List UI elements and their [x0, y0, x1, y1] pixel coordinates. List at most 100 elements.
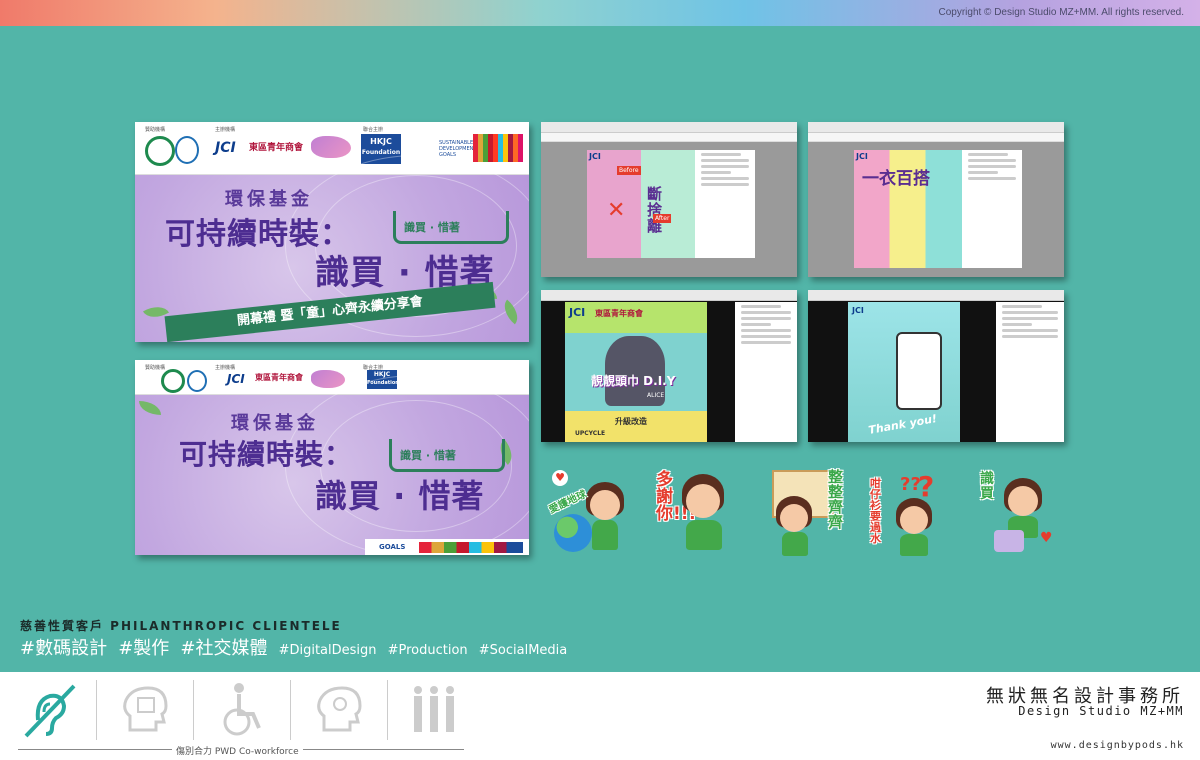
sticker-earth: ♥ 愛護地球	[548, 470, 626, 558]
comment-line	[968, 177, 1016, 180]
env-fund-logo	[145, 136, 175, 166]
jci-logo: JCI	[227, 372, 245, 386]
divider	[96, 680, 97, 740]
hanger-label: 識買 · 惜著	[400, 449, 456, 462]
browser-address-bar	[541, 133, 797, 142]
sdg-tiles	[419, 542, 523, 553]
post-title: 一衣百搭	[862, 169, 930, 189]
sponsor-label: 贊助機構	[145, 127, 166, 133]
after-tag: After	[653, 214, 672, 223]
jci-chinese-name: 東區青年商會	[249, 143, 304, 153]
comment-line	[968, 165, 1016, 168]
sdg-goals-text: SUSTAINABLE DEVELOPMENT GOALS	[439, 140, 477, 158]
sticker-text: 識買	[980, 471, 994, 502]
sticker-thank-you: 多謝你!!!	[652, 470, 730, 558]
studio-name-english: Design Studio MZ+MM	[1018, 704, 1184, 718]
post-comments-panel	[735, 302, 797, 442]
sticker-question: ? ?? 咁仔衫要過水	[870, 470, 948, 558]
browser-bar	[541, 290, 797, 301]
character-body	[782, 532, 808, 556]
comment-line	[1002, 305, 1042, 308]
leaf-decor	[139, 401, 161, 415]
comment-line	[701, 183, 749, 186]
people-group-icon	[414, 686, 454, 732]
mental-health-icon	[317, 686, 362, 732]
instagram-post-screenshot-1: JCI 斷捨離 Before After ✕	[541, 122, 797, 277]
sticker-text: 多謝你!!!	[656, 470, 697, 524]
comment-line	[1002, 317, 1058, 320]
comment-line	[1002, 311, 1058, 314]
video-title: 靚靚頭巾 D.I.Y	[591, 374, 676, 388]
gov-logo	[175, 136, 199, 164]
copyright-text: Copyright © Design Studio MZ+MM. All rig…	[938, 7, 1184, 18]
banner-main-area: 環保基金 可持續時裝： 識買 · 惜著 識買 · 惜著 開幕禮 暨「童」心齊永續…	[135, 155, 529, 342]
earth-icon	[554, 514, 592, 552]
hearing-impaired-icon	[24, 684, 76, 738]
top-gradient-bar: Copyright © Design Studio MZ+MM. All rig…	[0, 0, 1200, 26]
divider	[290, 680, 291, 740]
instagram-post-screenshot-2: JCI 一衣百搭	[808, 122, 1064, 277]
hkjc-text: HKJC	[370, 137, 392, 146]
sticker-text: 咁仔衫要過水	[870, 477, 881, 545]
footer: 傷別合力 PWD Co-workforce 無狀無名設計事務所 Design S…	[0, 672, 1200, 760]
heart-icon: ♥	[1040, 530, 1053, 546]
video-frame: JCI 東區青年商會 靚靚頭巾 D.I.Y ALICE 升級改造 UPCYCLE	[565, 302, 707, 442]
hashtag: #SocialMedia	[478, 643, 568, 658]
post-comments-panel	[695, 150, 755, 258]
jci-logo: JCI	[215, 140, 236, 156]
jci-chinese-name: 東區青年商會	[255, 373, 303, 382]
post-comments-panel	[996, 302, 1064, 442]
organizer-label: 主辦機構	[215, 365, 236, 371]
comment-line	[968, 153, 1008, 156]
upcycle-caption: 升級改造	[615, 417, 647, 426]
hashtag: #數碼設計	[20, 638, 108, 659]
character-body	[900, 534, 928, 556]
browser-bar	[808, 122, 1064, 133]
clothes-icon	[994, 530, 1024, 552]
organizer-label: 主辦機構	[215, 127, 236, 133]
comment-line	[741, 335, 791, 338]
character-head	[686, 484, 720, 518]
sticker-text: 整整齊齊	[828, 468, 844, 531]
character-body	[686, 520, 722, 550]
thank-you-text: Thank you!	[867, 412, 938, 437]
website-link[interactable]: www.designbypods.hk	[1051, 740, 1184, 751]
jci-logo: JCI	[856, 152, 868, 161]
banner-opening-ceremony: 贊助機構 主辦機構 聯合主辦 JCI 東區青年商會 HKJC Foundatio…	[135, 122, 529, 342]
clientele-heading: 慈善性質客戶 PHILANTHROPIC CLIENTELE	[20, 619, 342, 633]
jci-logo: JCI	[569, 306, 586, 319]
heart-icon: ♥	[552, 470, 568, 486]
jci-chinese-name: 東區青年商會	[595, 309, 643, 318]
comment-line	[741, 329, 791, 332]
comment-line	[741, 317, 791, 320]
hanger-icon: 識買 · 惜著	[389, 439, 505, 472]
pwd-caption: 傷別合力 PWD Co-workforce	[172, 744, 303, 757]
hashtag: #製作	[118, 638, 170, 659]
browser-bar	[808, 290, 1064, 301]
hashtag: #社交媒體	[180, 638, 268, 659]
hashtag: #DigitalDesign	[278, 643, 377, 658]
browser-bar	[541, 122, 797, 133]
character-head	[900, 506, 928, 534]
sdg-goals-text: GOALS	[379, 543, 406, 551]
comment-line	[701, 153, 741, 156]
comment-line	[1002, 323, 1032, 326]
browser-address-bar	[808, 133, 1064, 142]
upcycle-label: UPCYCLE	[575, 430, 606, 437]
presenter-name: ALICE	[647, 392, 665, 399]
banner-title-line2: 識買 · 惜著	[315, 477, 485, 515]
jci-logo: JCI	[852, 306, 864, 315]
sponsor-label: 贊助機構	[145, 365, 166, 371]
sticker-smart-buy: 識買 ♥	[980, 470, 1058, 558]
comment-line	[968, 171, 998, 174]
comment-line	[701, 171, 731, 174]
divider	[387, 680, 388, 740]
wheelchair-icon	[223, 683, 261, 736]
hanger-icon: 識買 · 惜著	[393, 211, 509, 244]
phone-mockup	[896, 332, 942, 410]
sdg-tiles	[473, 134, 523, 162]
comment-line	[968, 159, 1016, 162]
banner-main-area: 環保基金 可持續時裝： 識買 · 惜著 識買 · 惜著 GOALS	[135, 375, 529, 555]
banner-subtitle: 環保基金	[231, 413, 319, 434]
post-image: JCI 一衣百搭	[854, 150, 962, 268]
